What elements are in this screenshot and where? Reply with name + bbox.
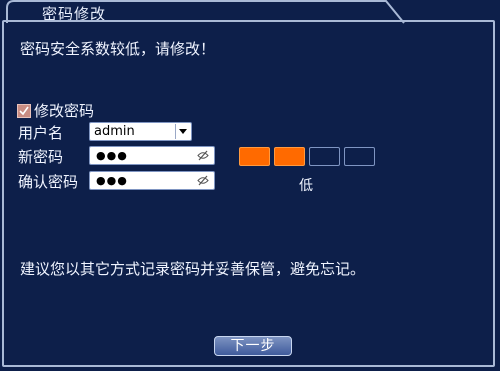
strength-segment (309, 147, 340, 166)
username-select[interactable]: admin (89, 122, 192, 141)
password-strength-label: 低 (299, 178, 313, 194)
username-label: 用户名 (18, 124, 64, 142)
password-advice: 建议您以其它方式记录密码并妥善保管，避免忘记。 (20, 260, 366, 278)
security-warning: 密码安全系数较低，请修改！ (20, 40, 216, 58)
confirm-password-field[interactable]: ●●● (89, 171, 215, 190)
confirm-password-label: 确认密码 (18, 173, 79, 191)
modify-password-label: 修改密码 (34, 102, 95, 120)
new-password-value: ●●● (96, 149, 128, 162)
dropdown-arrow-icon[interactable] (175, 124, 190, 139)
password-strength-meter (239, 147, 375, 166)
username-value: admin (94, 124, 135, 139)
password-change-dialog: 密码修改 密码安全系数较低，请修改！ 修改密码 用户名 admin 新密码 ●●… (0, 0, 500, 371)
confirm-password-value: ●●● (96, 174, 128, 187)
dialog-frame (2, 20, 495, 367)
next-button[interactable]: 下一步 (214, 336, 292, 356)
new-password-label: 新密码 (18, 148, 64, 166)
strength-segment (274, 147, 305, 166)
new-password-field[interactable]: ●●● (89, 146, 215, 165)
checkmark-icon (19, 106, 29, 115)
modify-password-checkbox[interactable] (17, 103, 31, 118)
strength-segment (239, 147, 270, 166)
strength-segment (344, 147, 375, 166)
hide-password-icon[interactable] (197, 150, 209, 161)
hide-password-icon[interactable] (197, 175, 209, 186)
modify-password-option[interactable]: 修改密码 (17, 100, 94, 121)
